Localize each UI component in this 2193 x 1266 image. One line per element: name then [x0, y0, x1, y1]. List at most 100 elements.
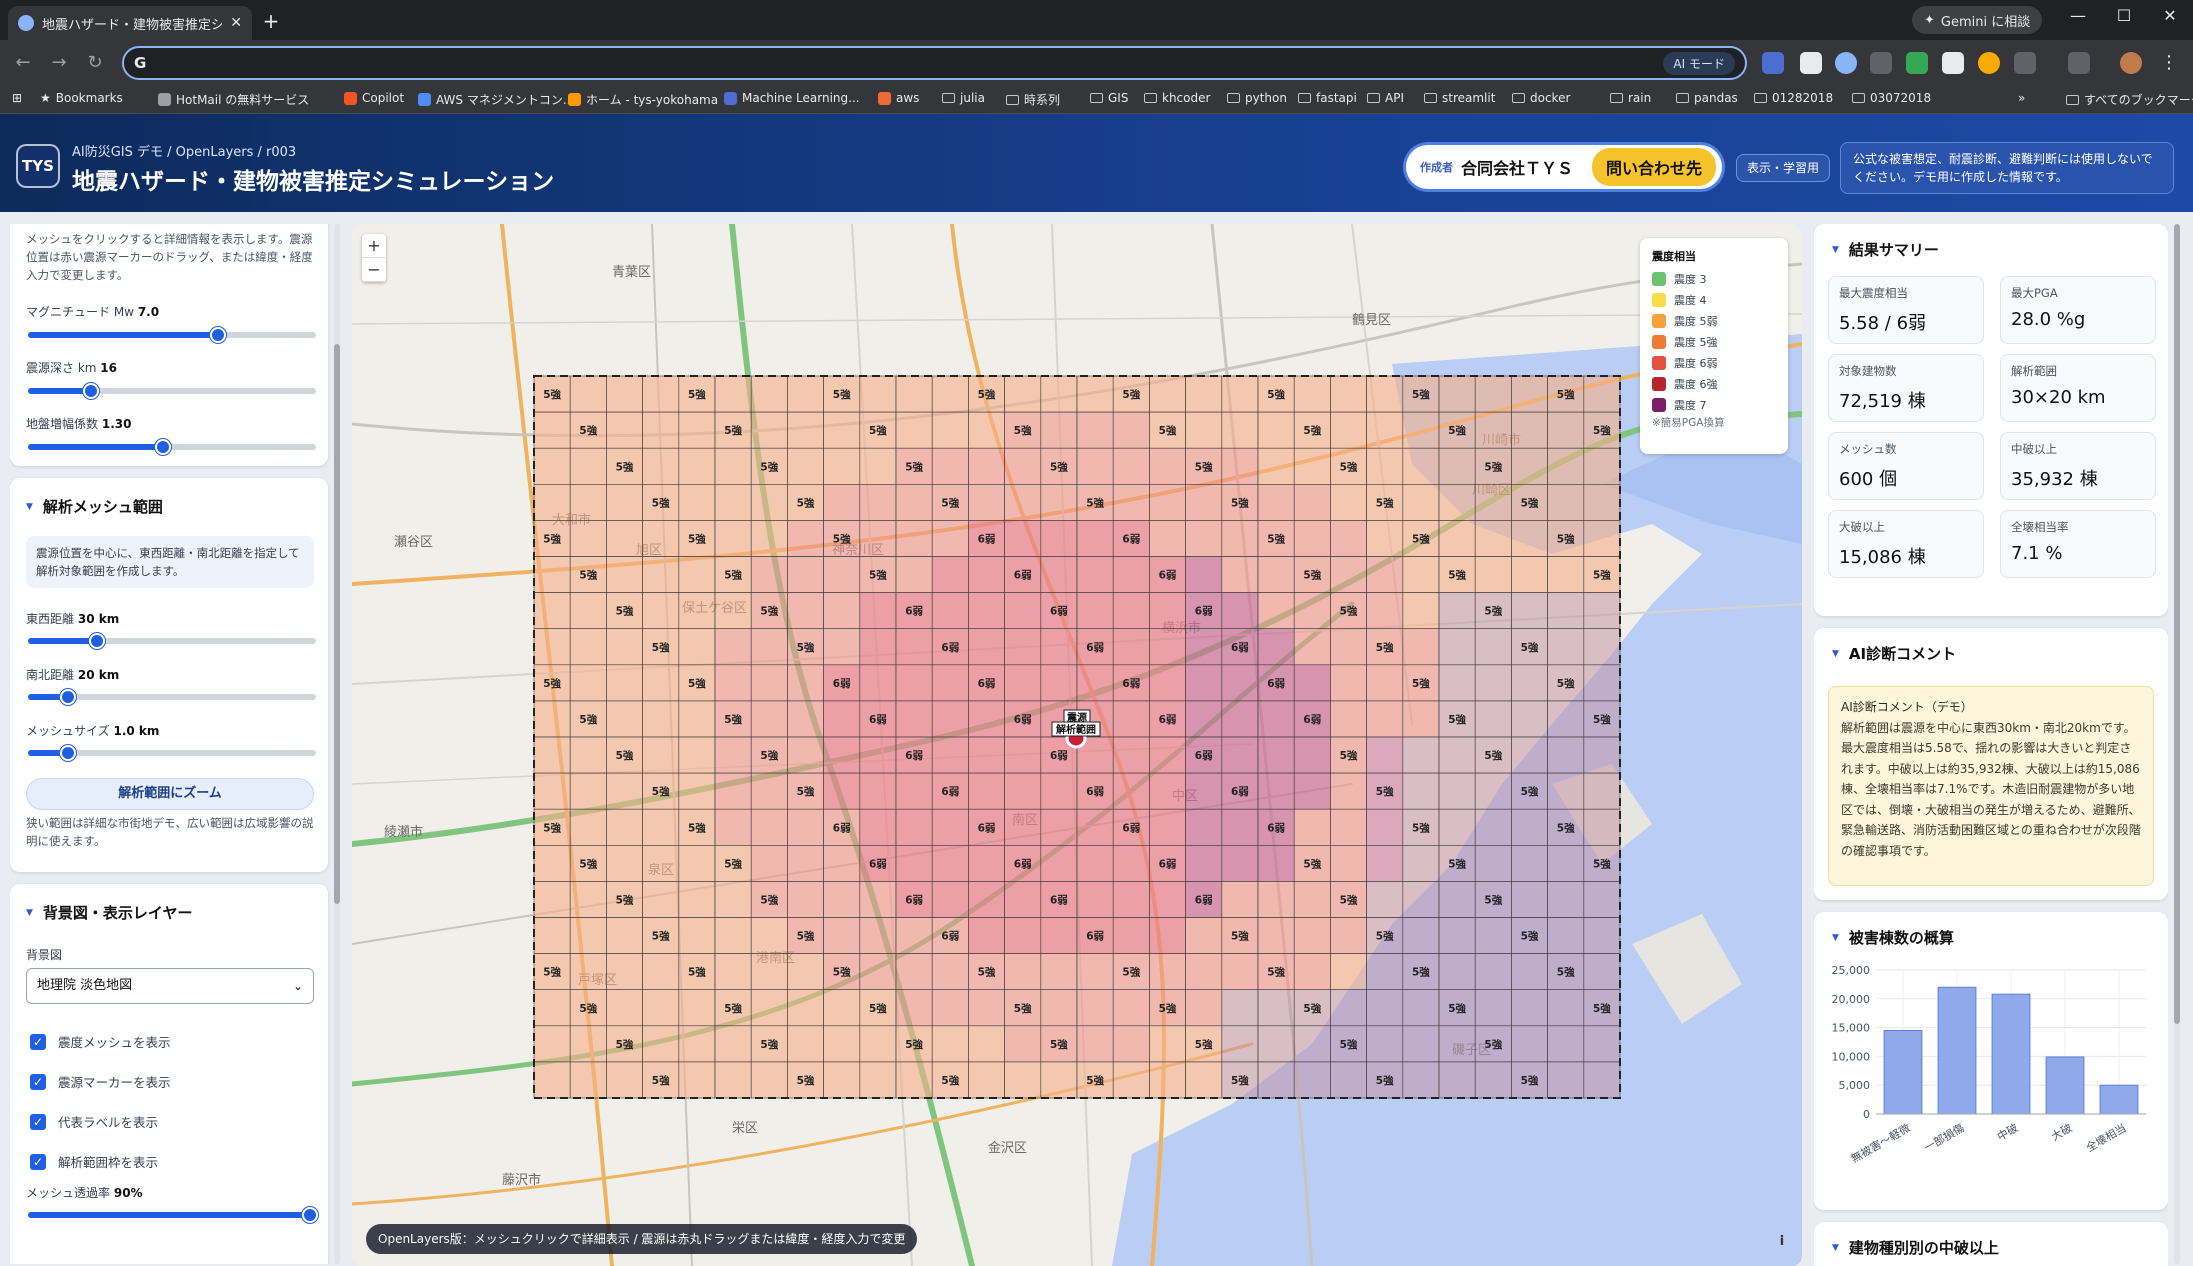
mesh-cell[interactable] — [1366, 881, 1404, 918]
mesh-cell[interactable] — [1040, 520, 1078, 557]
mesh-cell[interactable] — [1330, 628, 1367, 666]
mesh-cell[interactable] — [823, 989, 861, 1027]
mesh-cell[interactable] — [1402, 628, 1440, 666]
mesh-cell[interactable] — [678, 772, 716, 810]
mesh-cell[interactable] — [1474, 917, 1512, 954]
mesh-cell[interactable] — [1221, 592, 1259, 630]
mesh-size-slider[interactable] — [28, 745, 316, 761]
bookmark-item[interactable]: python — [1227, 91, 1287, 105]
mesh-cell[interactable] — [1185, 1061, 1223, 1099]
mesh-cell[interactable] — [931, 664, 969, 702]
bookmark-item[interactable]: すべてのブックマーク — [2066, 91, 2193, 108]
mesh-cell[interactable] — [1474, 844, 1512, 882]
mesh-cell[interactable] — [1583, 772, 1621, 810]
mesh-cell[interactable] — [569, 953, 607, 990]
mesh-cell[interactable] — [968, 736, 1005, 774]
mesh-cell[interactable] — [859, 808, 897, 846]
mesh-cell[interactable] — [642, 844, 680, 882]
mesh-cell[interactable] — [1004, 375, 1042, 413]
mesh-cell[interactable] — [1293, 483, 1331, 521]
mesh-cell[interactable] — [1004, 664, 1042, 702]
mesh-cell[interactable] — [1474, 808, 1512, 846]
mesh-cell[interactable] — [968, 592, 1005, 630]
mesh-cell[interactable] — [1583, 917, 1621, 954]
mesh-cell[interactable] — [1438, 953, 1476, 990]
mesh-cell[interactable] — [1293, 628, 1331, 666]
mesh-cell[interactable] — [606, 1061, 643, 1099]
epicenter-layer-checkbox[interactable]: ✓ 震源マーカーを表示 — [30, 1072, 171, 1091]
zoom-out-button[interactable]: − — [362, 258, 386, 282]
mesh-cell[interactable] — [931, 520, 969, 557]
mesh-cell[interactable] — [678, 844, 716, 882]
mesh-cell[interactable] — [678, 411, 716, 449]
mesh-cell[interactable] — [1330, 1061, 1367, 1099]
mesh-cell[interactable] — [1547, 628, 1585, 666]
mesh-cell[interactable] — [1366, 953, 1404, 990]
mesh-cell[interactable] — [1185, 664, 1223, 702]
mesh-cell[interactable] — [1293, 664, 1331, 702]
mesh-cell[interactable] — [606, 844, 643, 882]
mesh-cell[interactable] — [1583, 483, 1621, 521]
mesh-cell[interactable] — [1112, 881, 1150, 918]
mesh-cell[interactable] — [1004, 520, 1042, 557]
bookmark-item[interactable]: Machine Learning... — [724, 91, 860, 105]
mesh-cell[interactable] — [714, 736, 752, 774]
mesh-layer-checkbox[interactable]: ✓ 震度メッシュを表示 — [30, 1032, 171, 1051]
mesh-cell[interactable] — [1330, 953, 1367, 990]
mesh-cell[interactable] — [714, 664, 752, 702]
mesh-cell[interactable] — [750, 520, 788, 557]
ai-mode-button[interactable]: AI モード — [1663, 51, 1735, 75]
mesh-cell[interactable] — [931, 808, 969, 846]
range-frame-checkbox[interactable]: ✓ 解析範囲枠を表示 — [30, 1152, 158, 1171]
mesh-cell[interactable] — [1511, 989, 1548, 1027]
mesh-cell[interactable] — [859, 917, 897, 954]
mesh-cell[interactable] — [1402, 483, 1440, 521]
close-window-icon[interactable]: ✕ — [2147, 6, 2193, 25]
mesh-cell[interactable] — [859, 628, 897, 666]
mesh-cell[interactable] — [1438, 1025, 1476, 1063]
mesh-cell[interactable] — [1511, 447, 1548, 485]
mesh-cell[interactable] — [569, 881, 607, 918]
mesh-cell[interactable] — [895, 411, 933, 449]
mesh-cell[interactable] — [1112, 700, 1150, 738]
contact-button[interactable]: 問い合わせ先 — [1591, 148, 1716, 186]
mesh-cell[interactable] — [1511, 700, 1548, 738]
mesh-cell[interactable] — [678, 592, 716, 630]
mesh-cell[interactable] — [1511, 664, 1548, 702]
mesh-cell[interactable] — [1076, 808, 1114, 846]
mesh-cell[interactable] — [1366, 592, 1404, 630]
mesh-cell[interactable] — [642, 592, 680, 630]
mesh-cell[interactable] — [1076, 592, 1114, 630]
mesh-cell[interactable] — [569, 520, 607, 557]
bookmark-item[interactable]: 03072018 — [1852, 91, 1931, 105]
mesh-cell[interactable] — [823, 411, 861, 449]
mesh-cell[interactable] — [1474, 483, 1512, 521]
mesh-cell[interactable] — [606, 664, 643, 702]
more-bookmarks-icon[interactable]: » — [2018, 91, 2025, 105]
mesh-cell[interactable] — [1583, 375, 1621, 413]
damage-bar[interactable] — [1883, 1029, 1923, 1115]
damage-bar[interactable] — [1937, 986, 1977, 1115]
mesh-cell[interactable] — [750, 917, 788, 954]
mesh-cell[interactable] — [1004, 1061, 1042, 1099]
mesh-cell[interactable] — [569, 808, 607, 846]
mesh-cell[interactable] — [1004, 447, 1042, 485]
bookmark-item[interactable]: AWS マネジメントコン... — [418, 91, 574, 108]
mesh-cell[interactable] — [931, 989, 969, 1027]
mesh-cell[interactable] — [1547, 881, 1585, 918]
mesh-cell[interactable] — [1257, 1025, 1295, 1063]
mesh-cell[interactable] — [895, 375, 933, 413]
mesh-cell[interactable] — [1293, 881, 1331, 918]
mesh-cell[interactable] — [1330, 917, 1367, 954]
mesh-cell[interactable] — [569, 664, 607, 702]
mesh-cell[interactable] — [642, 375, 680, 413]
mesh-cell[interactable] — [1402, 1025, 1440, 1063]
mesh-cell[interactable] — [750, 375, 788, 413]
mesh-cell[interactable] — [895, 772, 933, 810]
mesh-cell[interactable] — [1547, 917, 1585, 954]
right-scrollbar[interactable] — [2174, 224, 2180, 1264]
mesh-cell[interactable] — [569, 628, 607, 666]
mesh-cell[interactable] — [1112, 556, 1150, 593]
mesh-cell[interactable] — [642, 520, 680, 557]
extension-icon[interactable] — [1870, 52, 1892, 74]
